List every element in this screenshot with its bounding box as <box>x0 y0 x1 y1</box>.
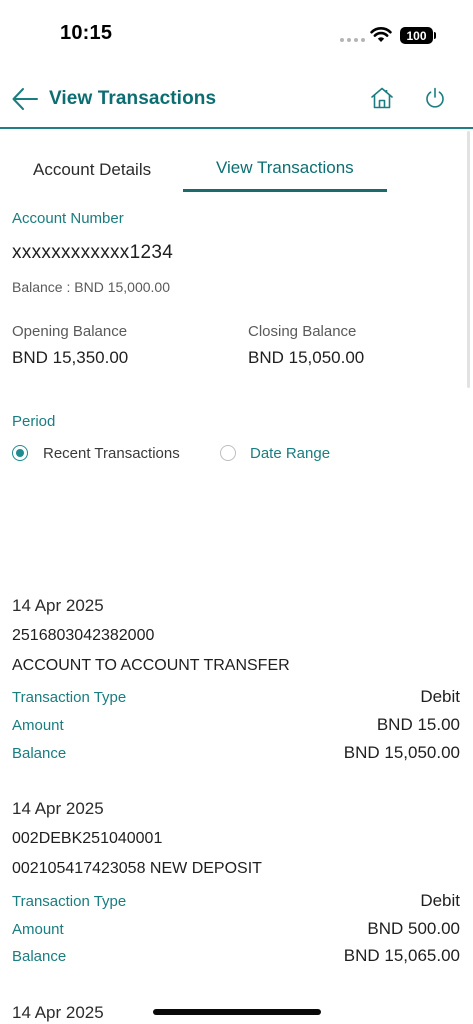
transaction-reference: 2516803042382000 <box>12 627 155 644</box>
opening-balance-value: BND 15,350.00 <box>12 348 129 367</box>
header-divider <box>0 127 473 129</box>
transaction-balance-label: Balance <box>12 948 67 965</box>
transaction-balance-value: BND 15,065.00 <box>343 946 460 965</box>
account-number-label: Account Number <box>12 210 124 227</box>
transaction-date: 14 Apr 2025 <box>12 596 104 615</box>
closing-balance-label: Closing Balance <box>248 323 357 340</box>
battery-cap <box>434 32 436 39</box>
transaction-date: 14 Apr 2025 <box>12 1003 104 1022</box>
scrollbar[interactable] <box>467 131 470 388</box>
home-icon[interactable] <box>370 86 394 115</box>
transaction-amount-label: Amount <box>12 717 64 734</box>
home-indicator[interactable] <box>153 1009 321 1015</box>
radio-recent-transactions[interactable] <box>12 445 28 461</box>
tab-account-details[interactable]: Account Details <box>33 160 151 180</box>
period-label: Period <box>12 413 56 430</box>
account-balance: Balance : BND 15,000.00 <box>12 279 170 295</box>
opening-balance-label: Opening Balance <box>12 323 128 340</box>
tab-view-transactions[interactable]: View Transactions <box>216 158 354 178</box>
wifi-icon <box>370 26 392 48</box>
battery-level: 100 <box>406 28 427 43</box>
transaction-reference: 002DEBK251040001 <box>12 830 163 847</box>
transaction-amount-value: BND 500.00 <box>367 919 460 938</box>
status-time: 10:15 <box>60 22 113 44</box>
active-tab-indicator <box>183 189 387 192</box>
radio-recent-transactions-label[interactable]: Recent Transactions <box>43 445 180 462</box>
transaction-type-value: Debit <box>420 687 460 706</box>
battery-icon: 100 <box>400 27 433 44</box>
page-title: View Transactions <box>49 88 217 109</box>
closing-balance-value: BND 15,050.00 <box>248 348 365 367</box>
transaction-type-value: Debit <box>420 891 460 910</box>
transaction-amount-label: Amount <box>12 921 64 938</box>
transaction-type-label: Transaction Type <box>12 893 127 910</box>
cellular-signal-icon <box>340 38 365 42</box>
transaction-amount-value: BND 15.00 <box>376 715 460 734</box>
transaction-description: 002105417423058 NEW DEPOSIT <box>12 860 262 877</box>
transaction-balance-label: Balance <box>12 745 67 762</box>
account-number-value: xxxxxxxxxxxx1234 <box>12 242 174 263</box>
power-icon[interactable] <box>424 87 446 114</box>
back-arrow-icon[interactable] <box>11 86 39 117</box>
radio-date-range-label[interactable]: Date Range <box>250 445 330 462</box>
transaction-date: 14 Apr 2025 <box>12 799 104 818</box>
radio-date-range[interactable] <box>220 445 236 461</box>
transaction-description: ACCOUNT TO ACCOUNT TRANSFER <box>12 657 290 674</box>
transaction-type-label: Transaction Type <box>12 689 127 706</box>
transaction-balance-value: BND 15,050.00 <box>343 743 460 762</box>
